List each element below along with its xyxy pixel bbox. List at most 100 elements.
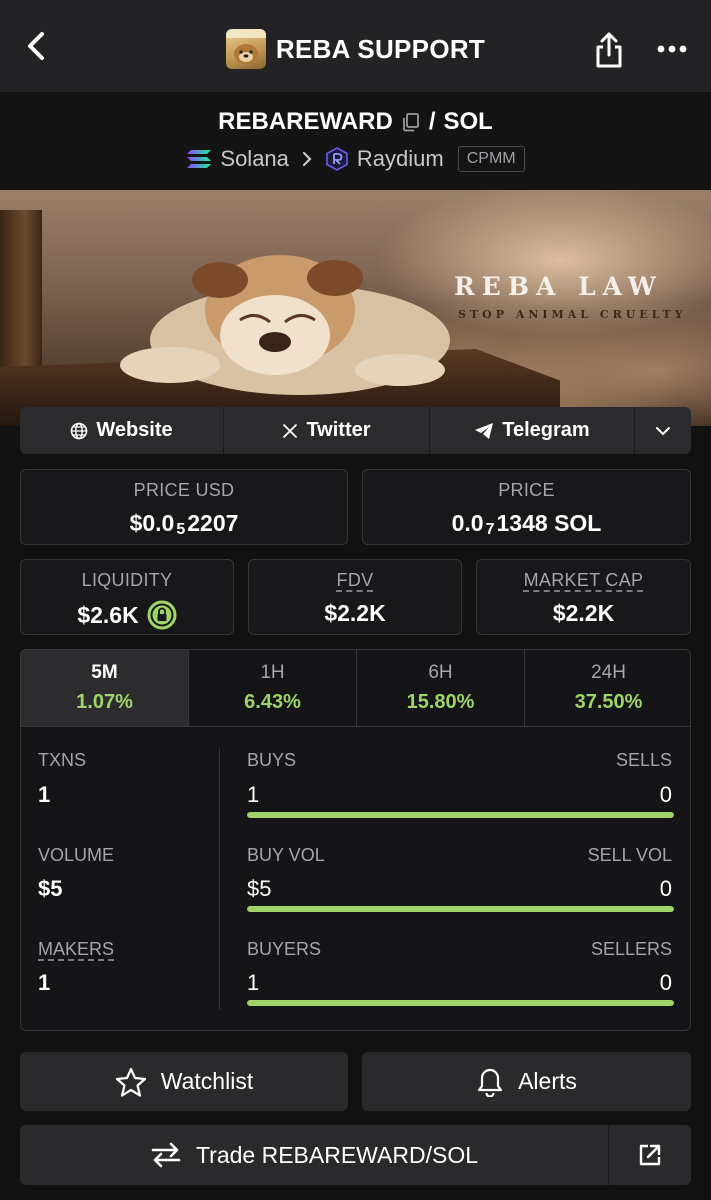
buy-vol-value: $5 — [247, 876, 272, 901]
buyers-label: BUYERS — [247, 939, 322, 959]
fdv-label[interactable]: FDV — [337, 570, 374, 590]
liquidity-label: LIQUIDITY — [81, 570, 173, 590]
watchlist-button[interactable]: Watchlist — [20, 1052, 348, 1111]
price-native-label: PRICE — [498, 480, 555, 500]
x-logo-icon — [283, 423, 298, 438]
telegram-label: Telegram — [502, 419, 590, 441]
bell-icon — [477, 1068, 503, 1097]
alerts-label: Alerts — [518, 1068, 577, 1094]
token-banner: REBA LAW STOP ANIMAL CRUELTY — [0, 190, 711, 426]
bulldog-logo-icon — [225, 29, 266, 64]
bulldog-image — [120, 255, 450, 395]
star-icon — [115, 1067, 146, 1097]
pair-name: REBAREWARD / SOL — [0, 108, 711, 136]
telegram-button[interactable]: Telegram — [430, 407, 635, 454]
external-trade-button[interactable] — [609, 1125, 691, 1185]
raydium-icon — [326, 147, 348, 171]
price-usd-value: $0.0 5 2207 — [129, 510, 239, 538]
volume-label: VOLUME — [38, 845, 115, 865]
liquidity-value: $2.6K — [77, 601, 139, 628]
back-button[interactable] — [18, 28, 54, 64]
tab-5m[interactable]: 5M 1.07% — [21, 650, 189, 726]
buyers-sellers-bar — [247, 1000, 674, 1006]
buys-value: 1 — [247, 782, 260, 807]
tab-1h[interactable]: 1H 6.43% — [189, 650, 357, 726]
more-dots-icon — [657, 45, 687, 53]
makers-value: 1 — [38, 970, 51, 995]
lock-icon[interactable] — [147, 600, 177, 630]
social-links: Website Twitter Telegram — [20, 407, 691, 454]
market-cap-value: $2.2K — [552, 600, 615, 626]
watchlist-label: Watchlist — [160, 1068, 254, 1094]
txns-value: 1 — [38, 782, 51, 807]
tab-6h[interactable]: 6H 15.80% — [357, 650, 525, 726]
change-5m: 1.07% — [76, 691, 133, 713]
chevron-left-icon — [28, 32, 44, 60]
sells-label: SELLS — [615, 750, 672, 770]
timeframe-tabs: 5M 1.07% 1H 6.43% 6H 15.80% 24H 37.50% — [21, 650, 690, 727]
market-cap-card: MARKET CAP $2.2K — [476, 559, 691, 635]
token-avatar — [225, 29, 266, 69]
fdv-value: $2.2K — [324, 600, 386, 626]
page-title: REBA SUPPORT — [275, 33, 486, 64]
dex-name[interactable]: Raydium — [357, 146, 444, 172]
pair-separator: / — [428, 108, 436, 135]
change-24h: 37.50% — [574, 691, 643, 713]
top-bar: REBA SUPPORT — [0, 0, 711, 92]
telegram-icon — [475, 422, 494, 439]
twitter-button[interactable]: Twitter — [224, 407, 430, 454]
chevron-right-icon — [302, 151, 312, 167]
buyers-value: 1 — [247, 970, 260, 995]
pair-header: REBAREWARD / SOL Solana Raydium CPMM — [0, 92, 711, 190]
copy-icon[interactable] — [401, 112, 421, 132]
swap-arrows-icon — [151, 1142, 181, 1168]
sellers-value: 0 — [659, 970, 672, 995]
price-usd-card: PRICE USD $0.0 5 2207 — [20, 469, 348, 545]
trade-button[interactable]: Trade REBAREWARD/SOL — [20, 1125, 609, 1185]
website-button[interactable]: Website — [20, 407, 224, 454]
sellers-label: SELLERS — [590, 939, 672, 959]
external-link-icon — [639, 1144, 661, 1166]
sell-vol-value: 0 — [659, 876, 672, 901]
change-1h: 6.43% — [244, 691, 301, 713]
website-label: Website — [96, 419, 173, 441]
sell-vol-label: SELL VOL — [587, 845, 672, 865]
change-6h: 15.80% — [406, 691, 475, 713]
pair-route: Solana Raydium CPMM — [0, 146, 711, 172]
token-title: REBA SUPPORT — [225, 29, 486, 69]
timeframe-stats-panel: 5M 1.07% 1H 6.43% 6H 15.80% 24H 37.50% T… — [20, 649, 691, 1031]
makers-label[interactable]: MAKERS — [38, 939, 114, 960]
banner-subtitle: STOP ANIMAL CRUELTY — [458, 308, 687, 321]
more-options-button[interactable] — [652, 34, 692, 64]
pool-type-badge: CPMM — [457, 146, 525, 172]
liquidity-card: LIQUIDITY $2.6K — [20, 559, 234, 635]
stats-divider — [219, 748, 220, 1010]
txns-label: TXNS — [38, 750, 87, 770]
sells-value: 0 — [659, 782, 672, 807]
market-cap-label[interactable]: MARKET CAP — [524, 570, 644, 590]
volume-bar — [247, 906, 674, 912]
quote-token-symbol: SOL — [443, 108, 493, 135]
globe-icon — [71, 422, 88, 439]
share-button[interactable] — [590, 28, 628, 72]
solana-icon — [187, 150, 212, 168]
liquidity-value-wrap: $2.6K — [21, 600, 233, 630]
chain-name[interactable]: Solana — [220, 146, 289, 172]
buys-sells-bar — [247, 812, 674, 818]
alerts-button[interactable]: Alerts — [362, 1052, 691, 1111]
fdv-card: FDV $2.2K — [248, 559, 462, 635]
buy-vol-label: BUY VOL — [247, 845, 325, 865]
more-links-dropdown[interactable] — [635, 407, 691, 454]
volume-value: $5 — [38, 876, 63, 901]
price-native-card: PRICE 0.0 7 1348 SOL — [362, 469, 691, 545]
base-token-symbol: REBAREWARD — [218, 108, 393, 135]
trade-bar: Trade REBAREWARD/SOL — [20, 1125, 691, 1185]
price-usd-label: PRICE USD — [133, 480, 235, 500]
tab-24h[interactable]: 24H 37.50% — [525, 650, 690, 726]
chevron-down-icon — [656, 426, 670, 435]
trade-label: Trade REBAREWARD/SOL — [195, 1141, 479, 1168]
buys-label: BUYS — [247, 750, 297, 770]
share-icon — [596, 32, 622, 68]
banner-title: REBA LAW — [454, 272, 663, 301]
price-native-value: 0.0 7 1348 SOL — [451, 510, 602, 538]
